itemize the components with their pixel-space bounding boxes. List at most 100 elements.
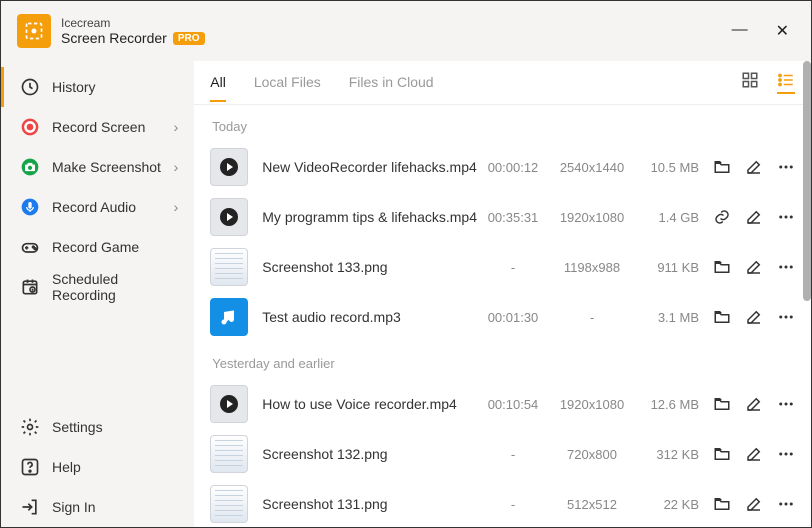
file-duration: 00:01:30 [477,310,549,325]
app-title-block: Icecream Screen Recorder PRO [61,16,205,46]
file-resolution: 1920x1080 [549,397,635,412]
file-name: How to use Voice recorder.mp4 [262,396,477,412]
folder-button[interactable] [713,258,731,276]
file-row[interactable]: How to use Voice recorder.mp4 00:10:54 1… [210,379,801,429]
more-button[interactable] [777,495,795,513]
file-actions [713,445,795,463]
sidebar-item-label: Settings [52,419,103,435]
sidebar-item-label: Make Screenshot [52,159,161,175]
edit-button[interactable] [745,445,763,463]
close-button[interactable]: ✕ [776,21,789,41]
sidebar: History Record Screen› Make Screenshot› … [1,61,194,527]
file-resolution: 1198x988 [549,260,635,275]
sidebar-item-settings[interactable]: Settings [1,407,194,447]
tab-files-in-cloud[interactable]: Files in Cloud [349,64,434,102]
app-subtitle: Screen Recorder PRO [61,30,205,46]
play-icon [220,158,238,176]
file-name: New VideoRecorder lifehacks.mp4 [262,159,477,175]
tab-all[interactable]: All [210,64,226,102]
sidebar-item-record-game[interactable]: Record Game [1,227,194,267]
sidebar-item-sign-in[interactable]: Sign In [1,487,194,527]
file-name: Screenshot 133.png [262,259,477,275]
file-size: 22 KB [635,497,699,512]
mic-blue-icon [20,197,40,217]
group-label: Today [210,105,801,142]
file-size: 3.1 MB [635,310,699,325]
more-button[interactable] [777,395,795,413]
folder-button[interactable] [713,395,731,413]
file-resolution: - [549,310,635,325]
sidebar-item-label: History [52,79,96,95]
file-row[interactable]: Screenshot 133.png - 1198x988 911 KB [210,242,801,292]
file-row[interactable]: Test audio record.mp3 00:01:30 - 3.1 MB [210,292,801,342]
minimize-button[interactable]: — [732,21,748,41]
edit-button[interactable] [745,395,763,413]
file-row[interactable]: Screenshot 131.png - 512x512 22 KB [210,479,801,527]
app-logo [17,14,51,48]
file-actions [713,308,795,326]
chevron-right-icon: › [174,199,179,215]
link-button[interactable] [713,208,731,226]
folder-button[interactable] [713,158,731,176]
file-duration: 00:35:31 [477,210,549,225]
folder-button[interactable] [713,495,731,513]
file-row[interactable]: New VideoRecorder lifehacks.mp4 00:00:12… [210,142,801,192]
edit-button[interactable] [745,258,763,276]
screenshot-thumbnail[interactable] [210,435,248,473]
group-label: Yesterday and earlier [210,342,801,379]
file-size: 10.5 MB [635,160,699,175]
file-row[interactable]: My programm tips & lifehacks.mp4 00:35:3… [210,192,801,242]
video-thumbnail[interactable] [210,385,248,423]
grid-view-button[interactable] [741,71,759,94]
file-duration: - [477,260,549,275]
screenshot-thumbnail[interactable] [210,248,248,286]
file-resolution: 720x800 [549,447,635,462]
edit-button[interactable] [745,308,763,326]
sidebar-item-record-audio[interactable]: Record Audio› [1,187,194,227]
more-button[interactable] [777,308,795,326]
sidebar-item-scheduled-recording[interactable]: Scheduled Recording [1,267,194,307]
file-duration: - [477,497,549,512]
more-button[interactable] [777,258,795,276]
edit-button[interactable] [745,208,763,226]
file-actions [713,395,795,413]
more-button[interactable] [777,445,795,463]
file-duration: 00:10:54 [477,397,549,412]
file-resolution: 512x512 [549,497,635,512]
folder-button[interactable] [713,308,731,326]
sidebar-item-help[interactable]: Help [1,447,194,487]
sidebar-item-make-screenshot[interactable]: Make Screenshot › [1,147,194,187]
chevron-right-icon: › [174,159,179,175]
play-icon [220,395,238,413]
file-actions [713,495,795,513]
edit-button[interactable] [745,158,763,176]
target-red-icon [20,117,40,137]
edit-button[interactable] [745,495,763,513]
sidebar-item-history[interactable]: History [1,67,194,107]
video-thumbnail[interactable] [210,198,248,236]
file-duration: 00:00:12 [477,160,549,175]
file-row[interactable]: Screenshot 132.png - 720x800 312 KB [210,429,801,479]
window-controls: — ✕ [732,21,811,41]
camera-green-icon [20,157,40,177]
more-button[interactable] [777,208,795,226]
file-size: 1.4 GB [635,210,699,225]
file-actions [713,158,795,176]
file-size: 911 KB [635,260,699,275]
screenshot-thumbnail[interactable] [210,485,248,523]
file-name: My programm tips & lifehacks.mp4 [262,209,477,225]
more-button[interactable] [777,158,795,176]
file-size: 12.6 MB [635,397,699,412]
list-view-button[interactable] [777,71,795,94]
clock-icon [20,77,40,97]
tab-local-files[interactable]: Local Files [254,64,321,102]
scrollbar-thumb[interactable] [803,61,811,301]
file-list[interactable]: Today New VideoRecorder lifehacks.mp4 00… [194,105,811,527]
audio-thumbnail[interactable] [210,298,248,336]
folder-button[interactable] [713,445,731,463]
file-size: 312 KB [635,447,699,462]
video-thumbnail[interactable] [210,148,248,186]
sidebar-item-label: Record Screen [52,119,145,135]
sidebar-item-record-screen[interactable]: Record Screen› [1,107,194,147]
play-icon [220,208,238,226]
